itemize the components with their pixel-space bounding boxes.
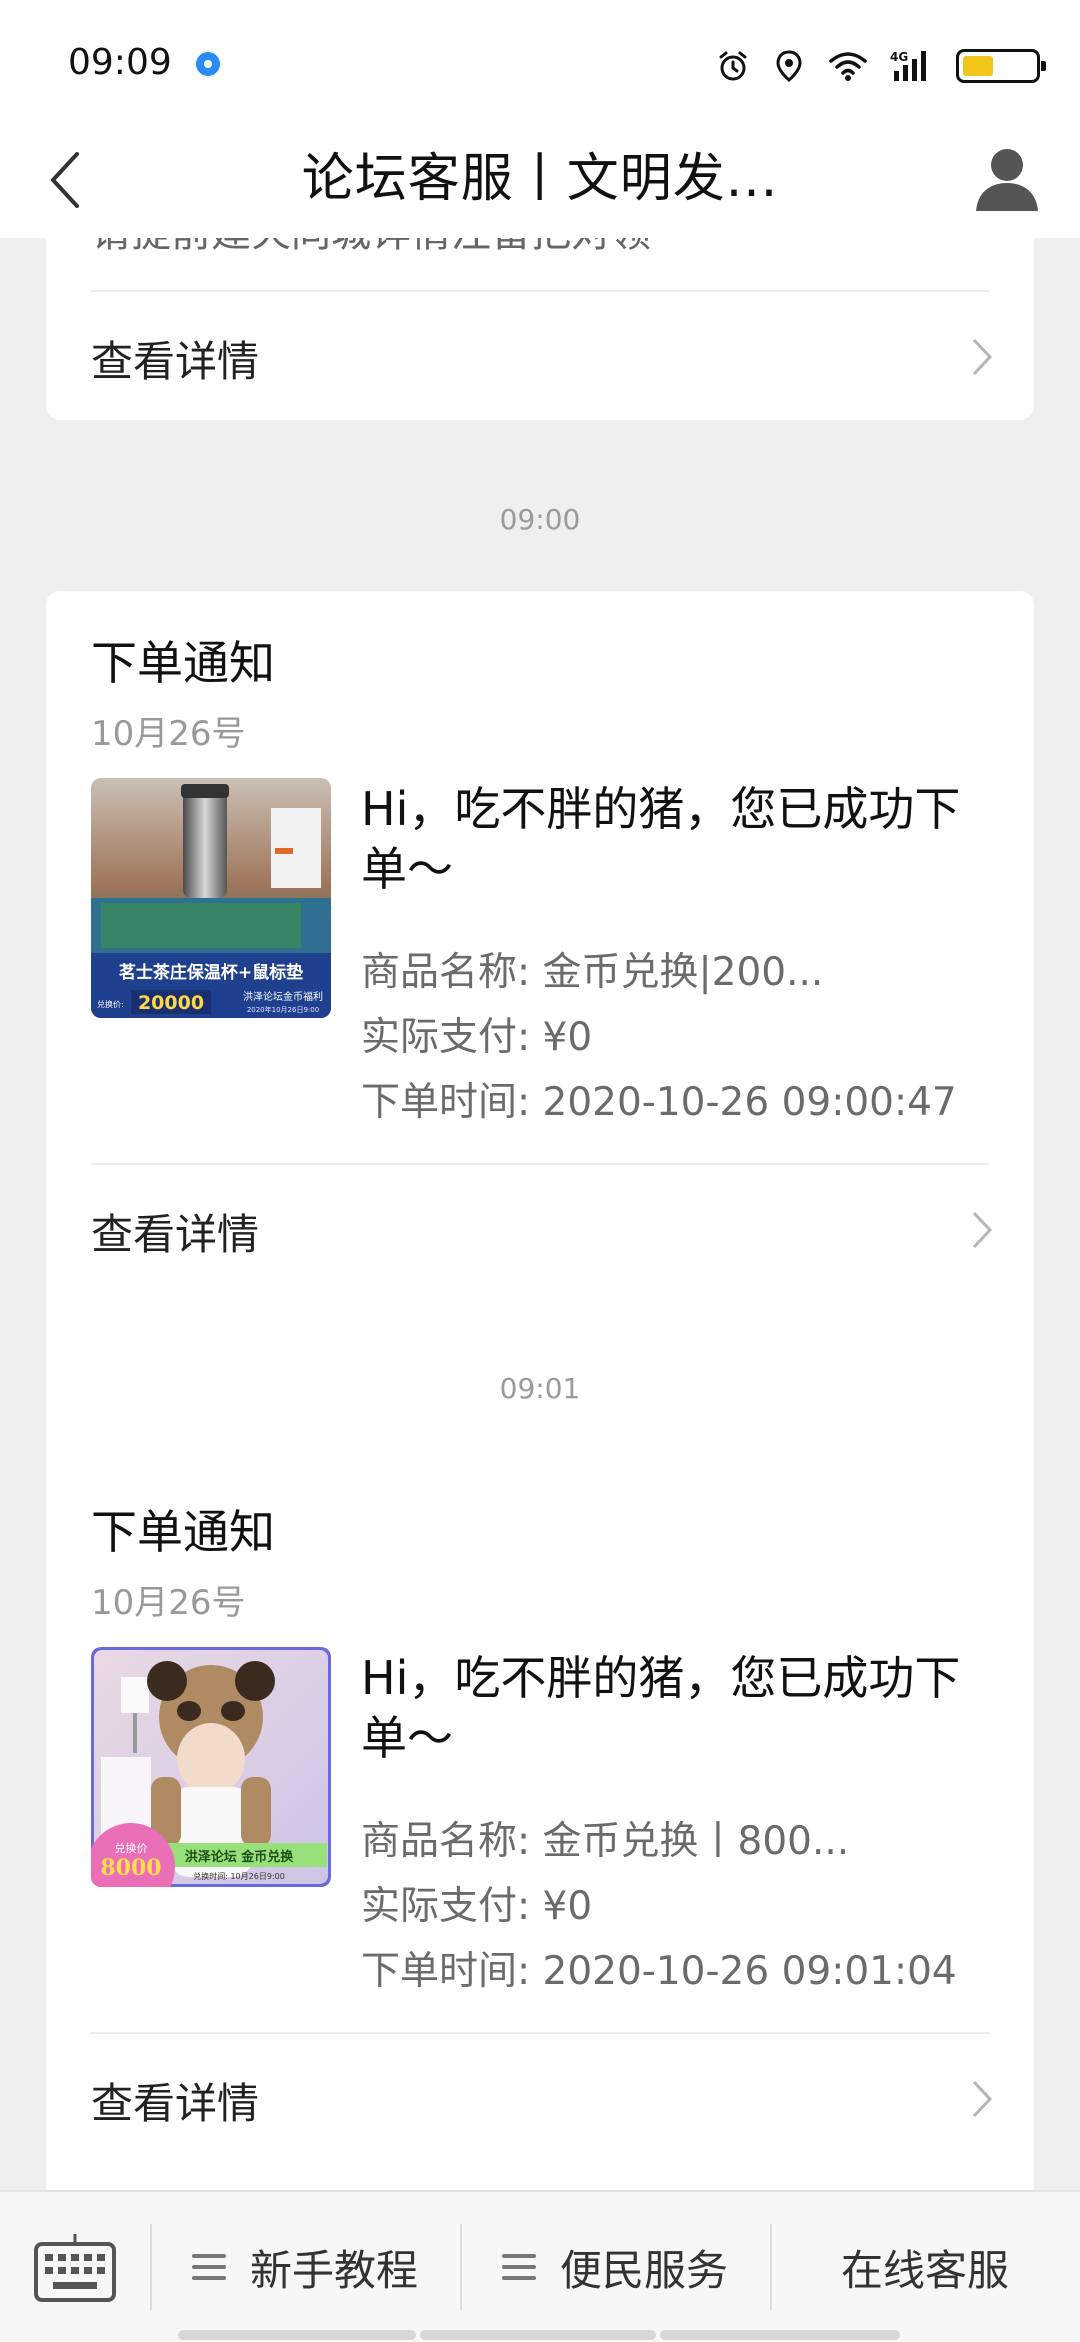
order-time: 下单时间: 2020-10-26 09:00:47 <box>361 1080 957 1125</box>
menu-beginner-tutorial[interactable]: 新手教程 <box>152 2192 458 2342</box>
chevron-right-icon <box>972 2080 993 2118</box>
order-time: 下单时间: 2020-10-26 09:01:04 <box>361 1949 957 1994</box>
chevron-right-icon <box>972 1211 993 1249</box>
product-thumbnail[interactable]: 洪泽论坛 金币兑换 兑换时间: 10月26日9:00 兑换价 8000 <box>91 1647 331 1887</box>
title-bar: 论坛客服丨文明发... <box>0 120 1080 238</box>
product-name: 商品名称: 金币兑换丨800... <box>361 1819 850 1864</box>
signal-4g-icon: 4G <box>890 50 926 81</box>
view-details-label: 查看详情 <box>91 1210 260 1259</box>
thumb-price: 8000 <box>100 1855 161 1881</box>
keyboard-toggle-button[interactable] <box>0 2192 150 2342</box>
menu-item-label: 在线客服 <box>840 2245 1009 2295</box>
menu-item-label: 新手教程 <box>249 2245 418 2295</box>
menu-list-icon <box>191 2247 226 2287</box>
menu-item-label: 便民服务 <box>559 2245 728 2295</box>
battery-icon <box>956 49 1046 83</box>
user-profile-icon <box>976 149 1038 211</box>
message-headline: Hi，吃不胖的猪，您已成功下单～ <box>361 782 961 896</box>
thumb-sub: 兑换时间: 10月26日9:00 <box>193 1871 285 1881</box>
thumb-price: 20000 <box>138 992 204 1014</box>
thumb-tag: 洪泽论坛 金币兑换 <box>185 1849 295 1865</box>
view-details-link[interactable]: 查看详情 <box>46 1165 1034 1295</box>
thumb-tag: 洪泽论坛金币福利 <box>243 990 323 1003</box>
card-partial-text: 请提前建火同城详情注留把对领 <box>91 238 651 258</box>
actual-payment: 实际支付: ¥0 <box>361 1884 593 1929</box>
menu-convenience-services[interactable]: 便民服务 <box>462 2192 768 2342</box>
message-timestamp: 09:01 <box>499 1372 581 1405</box>
thumb-caption: 茗士茶庄保温杯+鼠标垫 <box>119 962 303 983</box>
status-icons: 4G <box>716 44 1046 88</box>
gesture-bar <box>178 2330 416 2340</box>
view-details-label: 查看详情 <box>91 2079 260 2128</box>
card-date: 10月26号 <box>91 714 246 754</box>
product-name: 商品名称: 金币兑换|200... <box>361 950 824 995</box>
thumb-sub: 2020年10月26日9:00 <box>247 1005 319 1014</box>
keyboard-icon <box>34 2234 116 2302</box>
product-image: 洪泽论坛 金币兑换 兑换时间: 10月26日9:00 兑换价 8000 <box>91 1647 331 1887</box>
view-details-link[interactable]: 查看详情 <box>46 2034 1034 2164</box>
message-headline: Hi，吃不胖的猪，您已成功下单～ <box>361 1651 961 1765</box>
card-title: 下单通知 <box>91 1505 275 1559</box>
gesture-bar <box>420 2330 656 2340</box>
message-timestamp: 09:00 <box>499 503 581 536</box>
back-button[interactable] <box>20 130 110 230</box>
status-bar: 09:09 4G <box>0 0 1080 120</box>
product-thumbnail[interactable]: 茗士茶庄保温杯+鼠标垫 兑换价: 20000 洪泽论坛金币福利 2020年10月… <box>91 778 331 1018</box>
view-details-link[interactable]: 查看详情 <box>46 292 1034 420</box>
thumb-price-prefix: 兑换价: <box>97 999 124 1009</box>
svg-text:4G: 4G <box>890 50 908 64</box>
alarm-icon <box>719 51 747 81</box>
notification-dot-icon <box>196 52 220 76</box>
product-image: 茗士茶庄保温杯+鼠标垫 兑换价: 20000 洪泽论坛金币福利 2020年10月… <box>91 778 331 1018</box>
page-title: 论坛客服丨文明发... <box>301 149 779 209</box>
profile-button[interactable] <box>962 128 1052 228</box>
gesture-bar <box>660 2330 900 2340</box>
order-notification-card[interactable]: 下单通知 10月26号 <box>46 1460 1034 2190</box>
wifi-icon <box>829 52 867 81</box>
back-arrow-icon <box>51 152 79 208</box>
actual-payment: 实际支付: ¥0 <box>361 1015 593 1060</box>
thumb-badge: 兑换价 <box>115 1841 148 1855</box>
card-date: 10月26号 <box>91 1583 246 1623</box>
bottom-menu-bar: 新手教程 便民服务 在线客服 <box>0 2190 1080 2342</box>
status-time: 09:09 <box>68 42 172 83</box>
message-card-previous: 请提前建火同城详情注留把对领 查看详情 <box>46 238 1034 420</box>
location-icon <box>776 50 802 82</box>
message-list[interactable]: 请提前建火同城详情注留把对领 查看详情 09:00 下单通知 10月26号 <box>0 238 1080 2190</box>
menu-online-service[interactable]: 在线客服 <box>772 2192 1078 2342</box>
card-title: 下单通知 <box>91 636 275 690</box>
menu-list-icon <box>501 2247 536 2287</box>
view-details-label: 查看详情 <box>91 337 260 386</box>
chevron-right-icon <box>972 338 993 376</box>
